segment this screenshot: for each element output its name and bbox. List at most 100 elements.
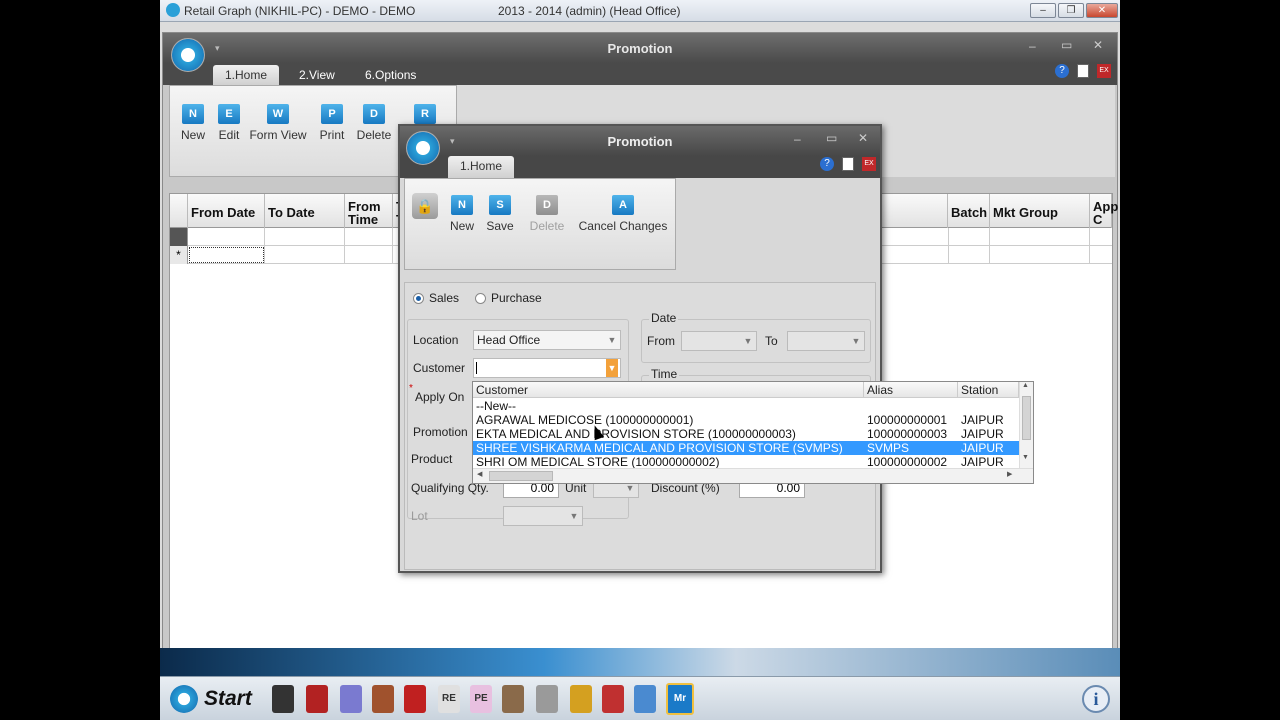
- dropdown-column-alias[interactable]: Alias: [864, 382, 958, 398]
- ledger-icon[interactable]: [306, 685, 328, 713]
- edit-button[interactable]: E Edit: [214, 104, 244, 142]
- lot-combo[interactable]: ▼: [503, 506, 583, 526]
- cell-batch[interactable]: [948, 246, 990, 264]
- maximize-icon[interactable]: ▭: [1061, 38, 1072, 52]
- from-date-combo[interactable]: ▼: [681, 331, 757, 351]
- scroll-down-icon[interactable]: ▼: [1022, 454, 1029, 461]
- document-icon[interactable]: [842, 157, 854, 171]
- customer-dropdown-list[interactable]: Customer Alias Station --New-- AGRAWAL M…: [472, 381, 1034, 484]
- customer-combo[interactable]: ▼: [473, 358, 621, 378]
- active-window-icon[interactable]: Mr: [666, 683, 694, 715]
- column-batch[interactable]: Batch: [948, 194, 990, 228]
- delete-button[interactable]: D Delete: [354, 104, 394, 142]
- quick-access-dropdown-icon[interactable]: ▾: [450, 136, 455, 147]
- cell-from-date[interactable]: [188, 246, 265, 264]
- cell-mkt-group[interactable]: [990, 246, 1090, 264]
- re-icon[interactable]: RE: [438, 685, 460, 713]
- dropdown-horizontal-scrollbar[interactable]: ◀ ▶: [473, 468, 1033, 483]
- start-logo-icon[interactable]: [170, 685, 198, 713]
- tab-options[interactable]: 6.Options: [353, 65, 428, 85]
- column-mkt-group[interactable]: Mkt Group: [990, 194, 1090, 228]
- tab-view[interactable]: 2.View: [287, 65, 347, 85]
- start-button[interactable]: Start: [204, 687, 252, 711]
- money-icon[interactable]: [570, 685, 592, 713]
- list-item[interactable]: SHRI OM MEDICAL STORE (100000000002) 100…: [473, 455, 1019, 469]
- restore-button[interactable]: ❐: [1058, 3, 1084, 18]
- app-logo-icon[interactable]: [171, 38, 205, 72]
- cell-from-time[interactable]: [345, 228, 393, 246]
- network-icon[interactable]: [536, 685, 558, 713]
- cell-from-date[interactable]: [188, 228, 265, 246]
- chevron-down-icon[interactable]: ▼: [742, 332, 754, 350]
- column-from-time[interactable]: From Time: [345, 194, 393, 228]
- help-icon[interactable]: ?: [1055, 64, 1069, 78]
- dropdown-column-station[interactable]: Station: [958, 382, 1019, 398]
- pe-icon[interactable]: PE: [470, 685, 492, 713]
- tab-home[interactable]: 1.Home: [213, 65, 280, 85]
- info-icon[interactable]: i: [1082, 685, 1110, 713]
- chevron-down-icon[interactable]: ▼: [606, 331, 618, 349]
- scroll-up-icon[interactable]: ▲: [1022, 382, 1029, 389]
- lock-button[interactable]: 🔒: [411, 193, 439, 223]
- list-item[interactable]: EKTA MEDICAL AND PROVISION STORE (100000…: [473, 427, 1019, 441]
- column-applicable[interactable]: App C: [1090, 194, 1118, 228]
- user-icon[interactable]: [340, 685, 362, 713]
- document-icon[interactable]: [1077, 64, 1089, 78]
- new-button[interactable]: N New: [176, 104, 210, 142]
- customer-alias: 100000000001: [867, 413, 948, 427]
- list-item-selected[interactable]: SHREE VISHKARMA MEDICAL AND PROVISION ST…: [473, 441, 1019, 455]
- dropdown-vertical-scrollbar[interactable]: ▲ ▼: [1019, 382, 1033, 468]
- row-header-new[interactable]: *: [170, 246, 188, 264]
- minimize-icon[interactable]: –: [1029, 39, 1036, 53]
- new-button[interactable]: N New: [447, 195, 477, 233]
- date-group-label: Date: [649, 311, 679, 325]
- minimize-button[interactable]: –: [1030, 3, 1056, 18]
- print-button[interactable]: P Print: [316, 104, 348, 142]
- report-icon[interactable]: [404, 685, 426, 713]
- printer-icon[interactable]: [634, 685, 656, 713]
- cell-from-time[interactable]: [345, 246, 393, 264]
- scroll-thumb[interactable]: [1022, 396, 1031, 440]
- cell-batch[interactable]: [948, 228, 990, 246]
- column-from-date[interactable]: From Date: [188, 194, 265, 228]
- to-date-combo[interactable]: ▼: [787, 331, 865, 351]
- scroll-thumb[interactable]: [489, 471, 553, 481]
- chevron-down-icon[interactable]: ▼: [606, 359, 618, 377]
- cell-to-date[interactable]: [265, 228, 345, 246]
- list-item[interactable]: AGRAWAL MEDICOSE (100000000001) 10000000…: [473, 413, 1019, 427]
- help-icon[interactable]: ?: [820, 157, 834, 171]
- quick-access-dropdown-icon[interactable]: ▾: [215, 43, 220, 54]
- taskbar: Start RE PE Mr i: [160, 676, 1120, 720]
- chevron-down-icon[interactable]: ▼: [568, 507, 580, 525]
- close-icon[interactable]: ✕: [1093, 38, 1103, 52]
- maximize-icon[interactable]: ▭: [826, 131, 837, 145]
- app-logo-icon[interactable]: [406, 131, 440, 165]
- exit-icon[interactable]: EX: [1097, 64, 1111, 78]
- row-header-current[interactable]: [170, 228, 188, 246]
- cell-mkt-group[interactable]: [990, 228, 1090, 246]
- sales-radio[interactable]: [413, 293, 424, 304]
- delete-button: D Delete: [527, 195, 567, 233]
- cancel-changes-button[interactable]: A Cancel Changes: [577, 195, 669, 233]
- close-button[interactable]: ✕: [1086, 3, 1118, 18]
- chevron-down-icon[interactable]: ▼: [850, 332, 862, 350]
- tools-icon[interactable]: [502, 685, 524, 713]
- scroll-left-icon[interactable]: ◀: [477, 470, 482, 478]
- calculator-icon[interactable]: [272, 685, 294, 713]
- purchase-radio[interactable]: [475, 293, 486, 304]
- form-view-button[interactable]: W Form View: [248, 104, 308, 142]
- save-button[interactable]: S Save: [483, 195, 517, 233]
- close-icon[interactable]: ✕: [858, 131, 868, 145]
- exit-icon[interactable]: EX: [862, 157, 876, 171]
- shapes-icon[interactable]: [602, 685, 624, 713]
- new-button-label: New: [449, 219, 474, 233]
- location-combo[interactable]: Head Office ▼: [473, 330, 621, 350]
- cell-to-date[interactable]: [265, 246, 345, 264]
- register-icon[interactable]: [372, 685, 394, 713]
- minimize-icon[interactable]: –: [794, 132, 801, 146]
- list-item[interactable]: --New--: [473, 399, 1019, 413]
- tab-home[interactable]: 1.Home: [448, 156, 515, 178]
- scroll-right-icon[interactable]: ▶: [1007, 470, 1012, 478]
- dropdown-column-customer[interactable]: Customer: [473, 382, 864, 398]
- column-to-date[interactable]: To Date: [265, 194, 345, 228]
